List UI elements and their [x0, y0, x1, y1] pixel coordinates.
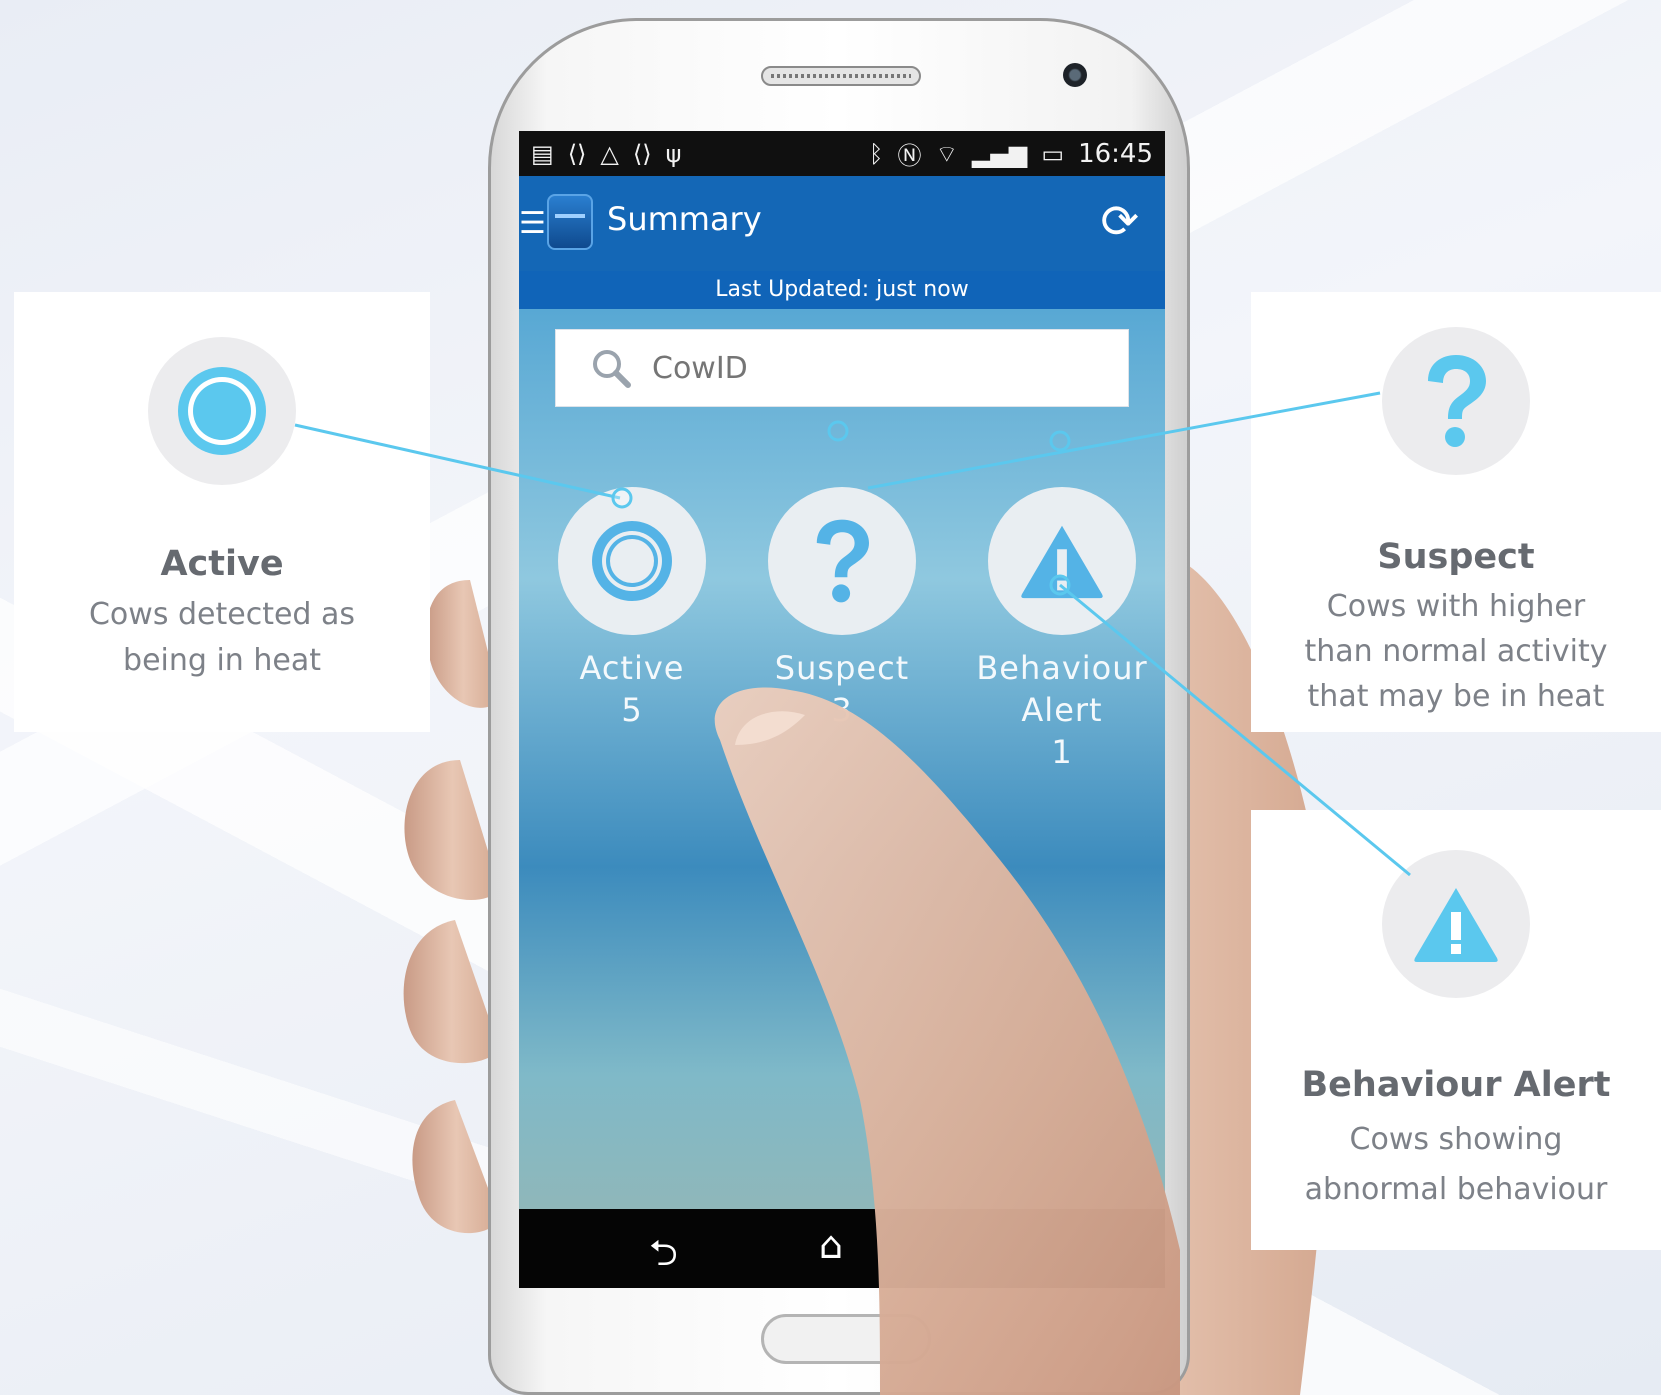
battery-icon: ▭	[1041, 139, 1065, 168]
tile-behaviour-label: Behaviour	[976, 649, 1148, 687]
tile-active-label: Active	[579, 649, 685, 687]
search-input[interactable]	[652, 350, 1052, 386]
suspect-question-icon	[1382, 327, 1530, 475]
code-icon: ⟨⟩	[567, 139, 587, 168]
code-icon: ⟨⟩	[632, 139, 652, 168]
home-key[interactable]	[761, 1314, 931, 1364]
callout-suspect-card: Suspect Cows with higher than normal act…	[1251, 292, 1661, 732]
tile-suspect[interactable]: Suspect 3	[752, 487, 932, 731]
callout-suspect-desc-line: Cows with higher	[1326, 589, 1586, 624]
callout-active-desc-line: being in heat	[123, 643, 321, 678]
callout-suspect-title: Suspect	[1377, 537, 1535, 577]
signal-icon: ▂▄▆	[972, 139, 1028, 168]
question-icon	[768, 487, 916, 635]
nfc-icon: Ⓝ	[897, 142, 922, 170]
callout-active-desc-line: Cows detected as	[88, 597, 356, 632]
tile-suspect-count: 3	[831, 691, 853, 729]
tile-active[interactable]: Active 5	[542, 487, 722, 731]
notification-icon: ▤	[531, 139, 554, 168]
tile-behaviour-count: 1	[1051, 733, 1073, 771]
menu-icon[interactable]: ☰	[519, 206, 546, 241]
callout-suspect-desc-line: than normal activity	[1304, 634, 1608, 669]
home-icon[interactable]: ⌂	[819, 1223, 843, 1267]
search-icon	[593, 350, 631, 388]
callout-active-desc: Cows detected as being in heat	[24, 592, 420, 684]
tile-behaviour-alert[interactable]: Behaviour Alert 1	[972, 487, 1152, 773]
front-camera	[1063, 63, 1087, 87]
back-icon[interactable]: ⮌	[649, 1227, 678, 1288]
tile-active-count: 5	[621, 691, 643, 729]
app-title: Summary	[607, 200, 762, 238]
refresh-icon[interactable]: ⟳	[1100, 194, 1139, 248]
last-updated-bar: Last Updated: just now	[519, 271, 1165, 309]
app-bar: ☰ Summary ⟳	[519, 176, 1165, 271]
app-logo	[547, 194, 593, 250]
callout-behaviour-card: Behaviour Alert Cows showing abnormal be…	[1251, 810, 1661, 1250]
phone-speaker	[761, 66, 921, 86]
status-bar: ▤ ⟨⟩ △ ⟨⟩ ψ ᛒ Ⓝ ⌔ ▂▄▆ ▭ 16:45	[519, 131, 1165, 176]
warning-triangle-icon	[988, 487, 1136, 635]
callout-suspect-desc-line: that may be in heat	[1307, 679, 1605, 714]
callout-behaviour-desc-line: Cows showing	[1349, 1122, 1563, 1157]
wifi-icon: ⌔	[935, 139, 958, 168]
callout-behaviour-title: Behaviour Alert	[1301, 1065, 1611, 1105]
summary-content: Active 5 Suspect 3	[519, 309, 1165, 1209]
callout-active-title: Active	[160, 544, 284, 584]
nav-bar: ⮌ ⌂	[519, 1209, 1165, 1288]
active-ring-icon	[148, 337, 296, 485]
status-time: 16:45	[1078, 138, 1153, 169]
bluetooth-icon: ᛒ	[869, 139, 884, 168]
behaviour-warning-icon	[1382, 850, 1530, 998]
phone-screen: ▤ ⟨⟩ △ ⟨⟩ ψ ᛒ Ⓝ ⌔ ▂▄▆ ▭ 16:45 ☰ Summary …	[519, 131, 1165, 1288]
phone-device: ▤ ⟨⟩ △ ⟨⟩ ψ ᛒ Ⓝ ⌔ ▂▄▆ ▭ 16:45 ☰ Summary …	[488, 18, 1190, 1395]
warning-icon: △	[600, 139, 619, 168]
callout-behaviour-desc: Cows showing abnormal behaviour	[1261, 1115, 1651, 1215]
callout-behaviour-desc-line: abnormal behaviour	[1304, 1172, 1608, 1207]
ring-icon	[558, 487, 706, 635]
search-box[interactable]	[555, 329, 1129, 407]
tile-suspect-label: Suspect	[774, 649, 910, 687]
callout-suspect-desc: Cows with higher than normal activity th…	[1261, 584, 1651, 719]
tile-behaviour-label: Alert	[1021, 691, 1103, 729]
usb-icon: ψ	[665, 139, 682, 168]
callout-active-card: Active Cows detected as being in heat	[14, 292, 430, 732]
